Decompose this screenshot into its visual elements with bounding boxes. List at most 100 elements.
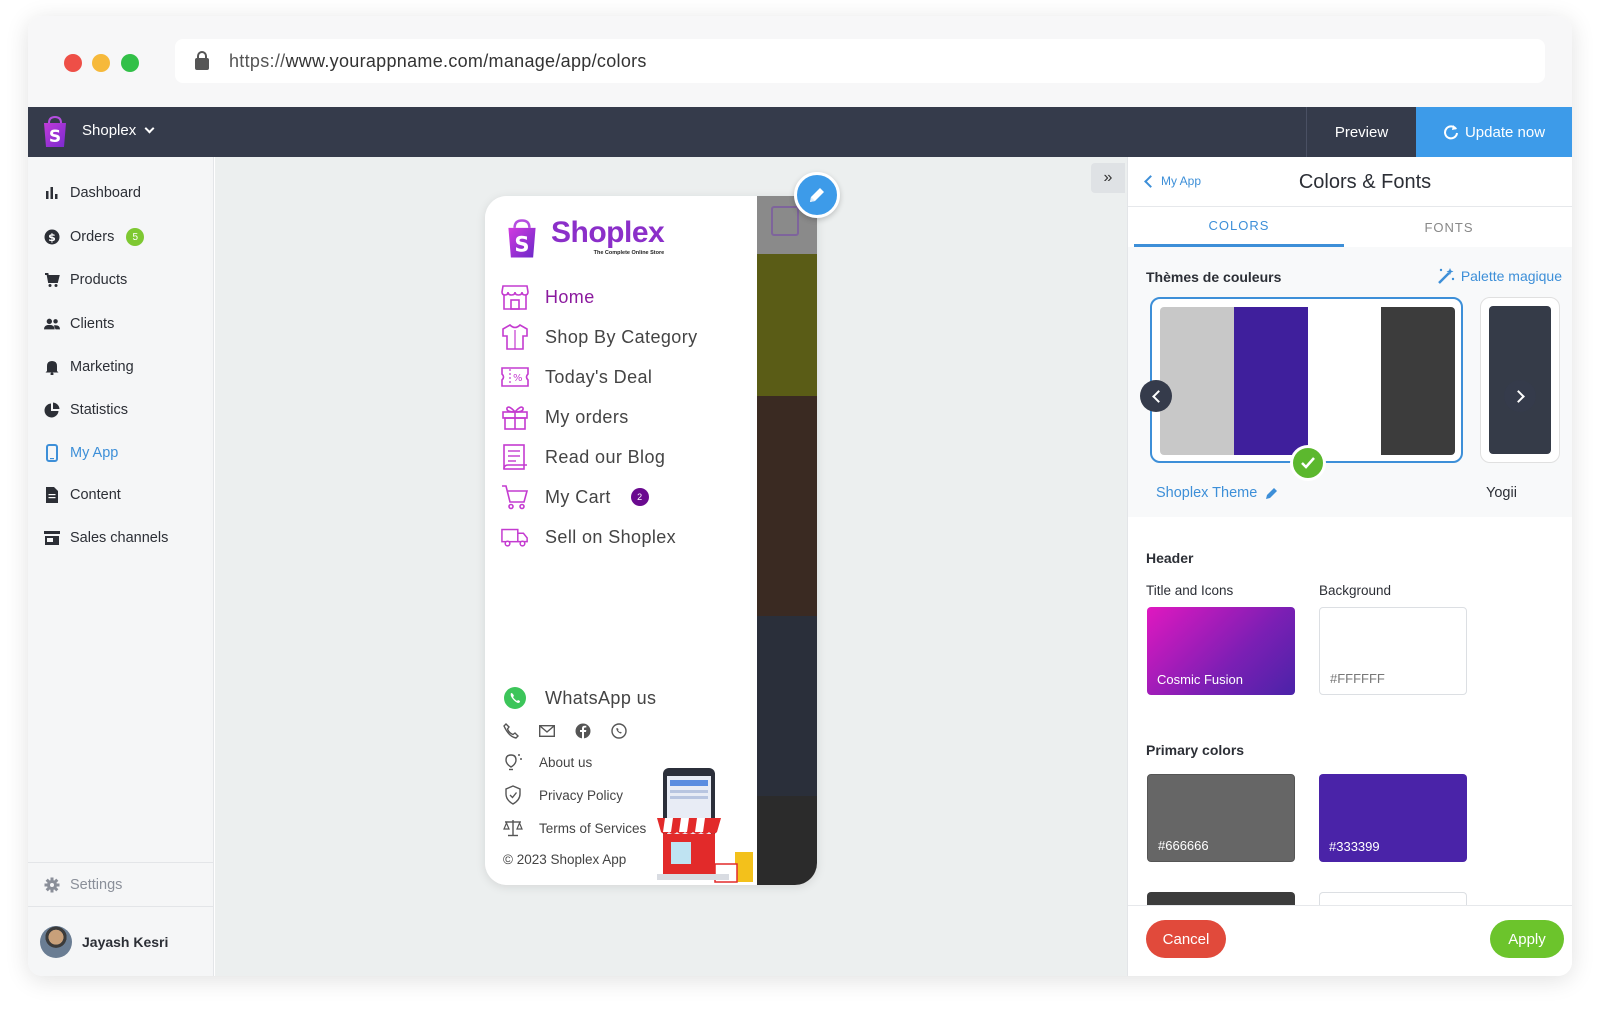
chevron-right-icon — [1511, 389, 1525, 403]
phone-icon — [44, 444, 60, 462]
sidebar-item-marketing[interactable]: Marketing — [44, 355, 134, 379]
app-brand-name: Shoplex — [551, 216, 665, 249]
bar-chart-icon — [44, 185, 60, 201]
menu-item-sell-on-shoplex[interactable]: Sell on Shoplex — [501, 522, 676, 552]
blog-icon — [501, 443, 529, 471]
user-profile[interactable]: Jayash Kesri — [28, 906, 214, 976]
edit-preview-button[interactable] — [794, 172, 840, 218]
background-label: Background — [1319, 583, 1392, 598]
left-sidebar: Dashboard $ Orders 5 Products Clients Ma… — [28, 157, 214, 976]
pencil-icon — [1266, 488, 1278, 499]
header-section-title: Header — [1146, 550, 1194, 566]
collapse-panel-button[interactable]: » — [1091, 163, 1125, 193]
title-icons-color-swatch[interactable]: Cosmic Fusion — [1147, 607, 1295, 695]
facebook-icon[interactable] — [575, 723, 591, 739]
sidebar-settings[interactable]: Settings — [28, 862, 214, 906]
menu-item-shop-by-category[interactable]: Shop By Category — [501, 322, 697, 352]
app-tagline: The Complete Online Store — [593, 250, 665, 256]
store-icon — [44, 530, 60, 546]
title-icons-label: Title and Icons — [1146, 583, 1234, 598]
theme-card-shoplex[interactable] — [1150, 297, 1463, 463]
cart-icon — [501, 483, 529, 511]
svg-text:S: S — [514, 232, 529, 256]
background-color-swatch[interactable]: #FFFFFF — [1319, 607, 1467, 695]
cart-icon — [44, 272, 60, 288]
sidebar-item-statistics[interactable]: Statistics — [44, 398, 128, 422]
cancel-button[interactable]: Cancel — [1146, 920, 1226, 958]
store-name-label: Shoplex — [82, 122, 137, 139]
chevron-down-icon — [144, 123, 155, 134]
primary-color-swatch-4[interactable] — [1319, 892, 1467, 906]
color-themes-section: Thèmes de couleurs Palette magique Shopl… — [1128, 247, 1572, 517]
store-front-icon — [501, 283, 529, 311]
svg-text:$: $ — [48, 231, 56, 244]
viber-icon[interactable] — [611, 723, 627, 739]
menu-item-read-our-blog[interactable]: Read our Blog — [501, 442, 665, 472]
sidebar-item-clients[interactable]: Clients — [44, 312, 114, 336]
magic-wand-icon — [1437, 268, 1455, 284]
phone-call-icon[interactable] — [503, 723, 519, 739]
chevron-left-icon — [1144, 174, 1157, 188]
close-window-button[interactable] — [64, 54, 82, 72]
link-about-us[interactable]: About us — [503, 752, 592, 772]
theme-swatch — [1160, 307, 1234, 455]
address-bar[interactable]: https://www.yourappname.com/manage/app/c… — [175, 39, 1545, 83]
theme-swatch — [1381, 307, 1455, 455]
pie-chart-icon — [44, 402, 60, 418]
users-icon — [44, 316, 60, 332]
color-themes-title: Thèmes de couleurs — [1146, 269, 1282, 285]
minimize-window-button[interactable] — [92, 54, 110, 72]
link-terms-of-services[interactable]: Terms of Services — [503, 818, 646, 838]
menu-item-home[interactable]: Home — [501, 282, 595, 312]
refresh-icon — [1444, 125, 1458, 140]
whatsapp-link[interactable]: WhatsApp us — [503, 686, 656, 710]
panel-footer: Cancel Apply — [1128, 905, 1572, 976]
sidebar-item-dashboard[interactable]: Dashboard — [44, 181, 141, 205]
lock-icon — [195, 50, 209, 70]
menu-item-todays-deal[interactable]: % Today's Deal — [501, 362, 652, 392]
double-chevron-right-icon: » — [1103, 169, 1113, 186]
primary-color-swatch-1[interactable]: #666666 — [1147, 774, 1295, 862]
sidebar-item-my-app[interactable]: My App — [44, 441, 118, 465]
primary-color-swatch-3[interactable] — [1147, 892, 1295, 906]
bell-icon — [44, 359, 60, 375]
copyright-text: © 2023 Shoplex App — [503, 852, 627, 867]
document-icon — [44, 487, 60, 503]
phone-preview: S Shoplex The Complete Online Store Home… — [485, 196, 817, 885]
back-to-my-app-link[interactable]: My App — [1144, 174, 1201, 188]
chevron-left-icon — [1151, 389, 1165, 403]
browser-toolbar: https://www.yourappname.com/manage/app/c… — [28, 16, 1572, 107]
orders-count-badge: 5 — [126, 228, 145, 246]
maximize-window-button[interactable] — [121, 54, 139, 72]
colors-fonts-panel: Colors & Fonts My App COLORS FONTS Thème… — [1127, 157, 1572, 976]
bulb-icon — [503, 752, 523, 772]
menu-item-my-cart[interactable]: My Cart 2 — [501, 482, 649, 512]
sidebar-item-sales-channels[interactable]: Sales channels — [44, 526, 168, 550]
sidebar-item-products[interactable]: Products — [44, 268, 127, 292]
tab-colors[interactable]: COLORS — [1134, 207, 1344, 247]
mail-icon[interactable] — [539, 723, 555, 739]
primary-color-swatch-2[interactable]: #333399 — [1319, 774, 1467, 862]
theme-name-yogii: Yogii — [1486, 485, 1517, 501]
avatar — [40, 925, 72, 958]
theme-swatches — [1160, 307, 1455, 455]
link-privacy-policy[interactable]: Privacy Policy — [503, 785, 623, 805]
store-switcher[interactable]: Shoplex — [82, 122, 155, 139]
theme-name-shoplex[interactable]: Shoplex Theme — [1156, 485, 1279, 501]
tab-fonts[interactable]: FONTS — [1344, 207, 1554, 247]
preview-button[interactable]: Preview — [1306, 107, 1416, 157]
carousel-prev-button[interactable] — [1140, 380, 1172, 412]
menu-item-my-orders[interactable]: My orders — [501, 402, 629, 432]
shirt-icon — [501, 323, 529, 351]
online-store-illustration — [657, 768, 753, 883]
ticket-icon: % — [501, 363, 529, 391]
sidebar-item-orders[interactable]: $ Orders 5 — [44, 225, 145, 249]
magic-palette-button[interactable]: Palette magique — [1437, 267, 1562, 285]
apply-button[interactable]: Apply — [1490, 920, 1564, 958]
update-now-button[interactable]: Update now — [1416, 107, 1572, 157]
update-now-label: Update now — [1464, 123, 1546, 141]
selected-check-icon — [1290, 445, 1326, 481]
contact-icons — [503, 723, 627, 739]
carousel-next-button[interactable] — [1504, 380, 1536, 412]
sidebar-item-content[interactable]: Content — [44, 483, 121, 507]
